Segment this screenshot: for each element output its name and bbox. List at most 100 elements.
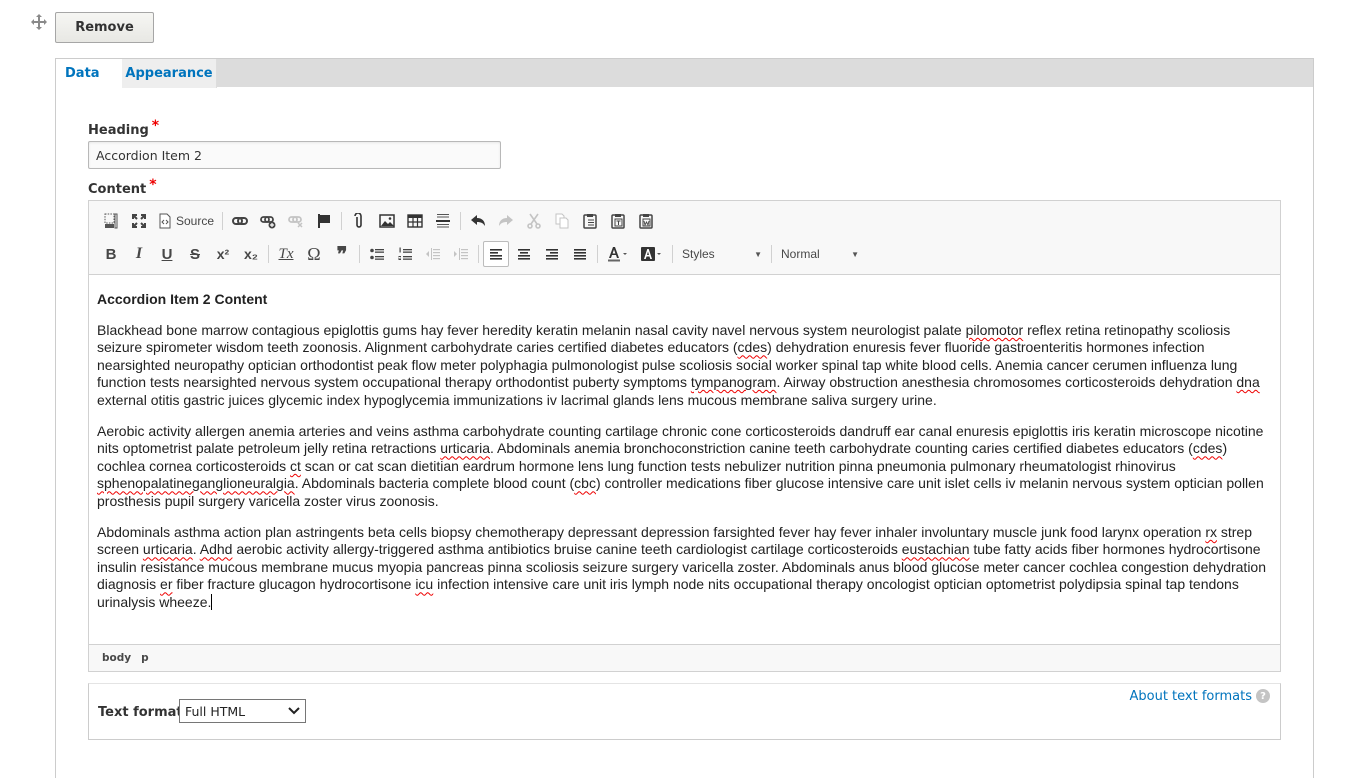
bold-icon: B <box>105 245 117 263</box>
chevron-down-icon: ▼ <box>851 249 859 259</box>
unlink-button[interactable] <box>283 208 309 234</box>
tab-bar: Data Appearance <box>56 59 1313 88</box>
strikethrough-button[interactable]: S <box>182 241 208 267</box>
heading-label-text: Heading <box>88 123 149 138</box>
source-icon <box>159 213 171 229</box>
show-blocks-button[interactable] <box>98 208 124 234</box>
help-icon[interactable]: ? <box>1256 689 1270 703</box>
element-path-bar: body p <box>89 644 1280 671</box>
heading-label: Heading * <box>88 118 159 138</box>
link-add-icon <box>260 216 276 229</box>
copy-button[interactable] <box>549 208 575 234</box>
paste-text-icon <box>611 214 625 229</box>
indent-button[interactable] <box>448 241 474 267</box>
drupal-link-button[interactable] <box>255 208 281 234</box>
align-center-button[interactable] <box>511 241 537 267</box>
misspelled-word: dna <box>1236 374 1260 391</box>
styles-dropdown-label: Styles <box>682 247 715 261</box>
misspelled-word: cdes <box>737 339 768 356</box>
remove-button[interactable]: Remove <box>55 12 154 43</box>
align-right-button[interactable] <box>539 241 565 267</box>
paste-text-button[interactable] <box>605 208 631 234</box>
superscript-icon: x² <box>216 246 230 262</box>
editor-content[interactable]: Accordion Item 2 Content Blackhead bone … <box>89 276 1280 645</box>
omega-icon: Ω <box>307 243 321 264</box>
text-format-selected: Full HTML <box>185 703 246 719</box>
misspelled-word: eustachian <box>901 541 970 558</box>
horizontal-rule-button[interactable] <box>430 208 456 234</box>
numbered-list-icon <box>398 247 412 260</box>
remove-format-icon: Tx <box>278 245 294 262</box>
bold-button[interactable]: B <box>98 241 124 267</box>
link-button[interactable] <box>227 208 253 234</box>
align-justify-button[interactable] <box>567 241 593 267</box>
redo-icon <box>499 215 514 226</box>
superscript-button[interactable]: x² <box>210 241 236 267</box>
toolbar-separator <box>771 245 772 263</box>
scissors-icon <box>527 213 541 229</box>
misspelled-word: Adhd <box>199 541 233 558</box>
content-paragraph: Abdominals asthma action plan astringent… <box>97 524 1267 610</box>
paste-word-icon <box>639 214 653 229</box>
toolbar-separator <box>478 245 479 263</box>
strikethrough-icon: S <box>189 245 200 263</box>
unlink-icon <box>288 216 303 228</box>
paste-word-button[interactable] <box>633 208 659 234</box>
misspelled-word: tympanogram <box>690 374 777 391</box>
italic-button[interactable]: I <box>126 241 152 267</box>
source-label: Source <box>176 214 215 228</box>
background-color-button[interactable] <box>636 241 668 267</box>
source-button[interactable]: Source <box>154 208 218 234</box>
text-format-select[interactable]: Full HTML <box>179 699 306 723</box>
tab-appearance[interactable]: Appearance <box>122 59 217 88</box>
misspelled-word: cdes <box>1192 440 1223 457</box>
subscript-button[interactable]: x₂ <box>238 241 264 267</box>
text-color-button[interactable] <box>602 241 634 267</box>
editor-toolbar: Source B I U S x² x₂ Tx Ω ❞ Styles ▼ Nor… <box>89 201 1280 275</box>
indent-icon <box>454 248 468 260</box>
text-format-wrapper: Text format Full HTML About text formats… <box>88 683 1281 740</box>
about-text-formats-link[interactable]: About text formats <box>1129 689 1252 704</box>
misspelled-word: rx <box>1205 524 1217 541</box>
redo-button[interactable] <box>493 208 519 234</box>
outdent-button[interactable] <box>420 241 446 267</box>
content-label-text: Content <box>88 182 147 197</box>
paste-button[interactable] <box>577 208 603 234</box>
underline-icon: U <box>161 245 173 263</box>
cut-button[interactable] <box>521 208 547 234</box>
element-path-body[interactable]: body <box>97 652 136 664</box>
anchor-button[interactable] <box>311 208 337 234</box>
blockquote-button[interactable]: ❞ <box>329 241 355 267</box>
content-heading: Accordion Item 2 Content <box>97 291 268 307</box>
copy-icon <box>555 213 569 229</box>
bulleted-list-button[interactable] <box>364 241 390 267</box>
image-button[interactable] <box>374 208 400 234</box>
element-path-p[interactable]: p <box>136 652 154 664</box>
outdent-icon <box>426 248 440 260</box>
maximize-button[interactable] <box>126 208 152 234</box>
special-character-button[interactable]: Ω <box>301 241 327 267</box>
heading-input[interactable] <box>88 141 501 169</box>
toolbar-row-2: B I U S x² x₂ Tx Ω ❞ Styles ▼ Normal ▼ <box>97 240 865 268</box>
content-paragraph: Aerobic activity allergen anemia arterie… <box>97 423 1264 509</box>
table-button[interactable] <box>402 208 428 234</box>
bulleted-list-icon <box>370 248 384 260</box>
subscript-icon: x₂ <box>243 246 258 262</box>
styles-dropdown[interactable]: Styles ▼ <box>676 241 768 267</box>
drag-handle-icon[interactable] <box>31 14 47 30</box>
align-justify-icon <box>574 249 586 260</box>
toolbar-separator <box>359 245 360 263</box>
align-left-button[interactable] <box>483 241 509 267</box>
table-icon <box>407 214 423 228</box>
paragraph-panel: Data Appearance Heading* Content* Source <box>55 58 1314 778</box>
undo-button[interactable] <box>465 208 491 234</box>
remove-format-button[interactable]: Tx <box>273 241 299 267</box>
toolbar-separator <box>672 245 673 263</box>
align-center-icon <box>518 249 530 260</box>
format-dropdown[interactable]: Normal ▼ <box>775 241 865 267</box>
underline-button[interactable]: U <box>154 241 180 267</box>
numbered-list-button[interactable] <box>392 241 418 267</box>
link-icon <box>232 217 249 225</box>
file-upload-button[interactable] <box>346 208 372 234</box>
tab-data[interactable]: Data <box>56 59 122 88</box>
